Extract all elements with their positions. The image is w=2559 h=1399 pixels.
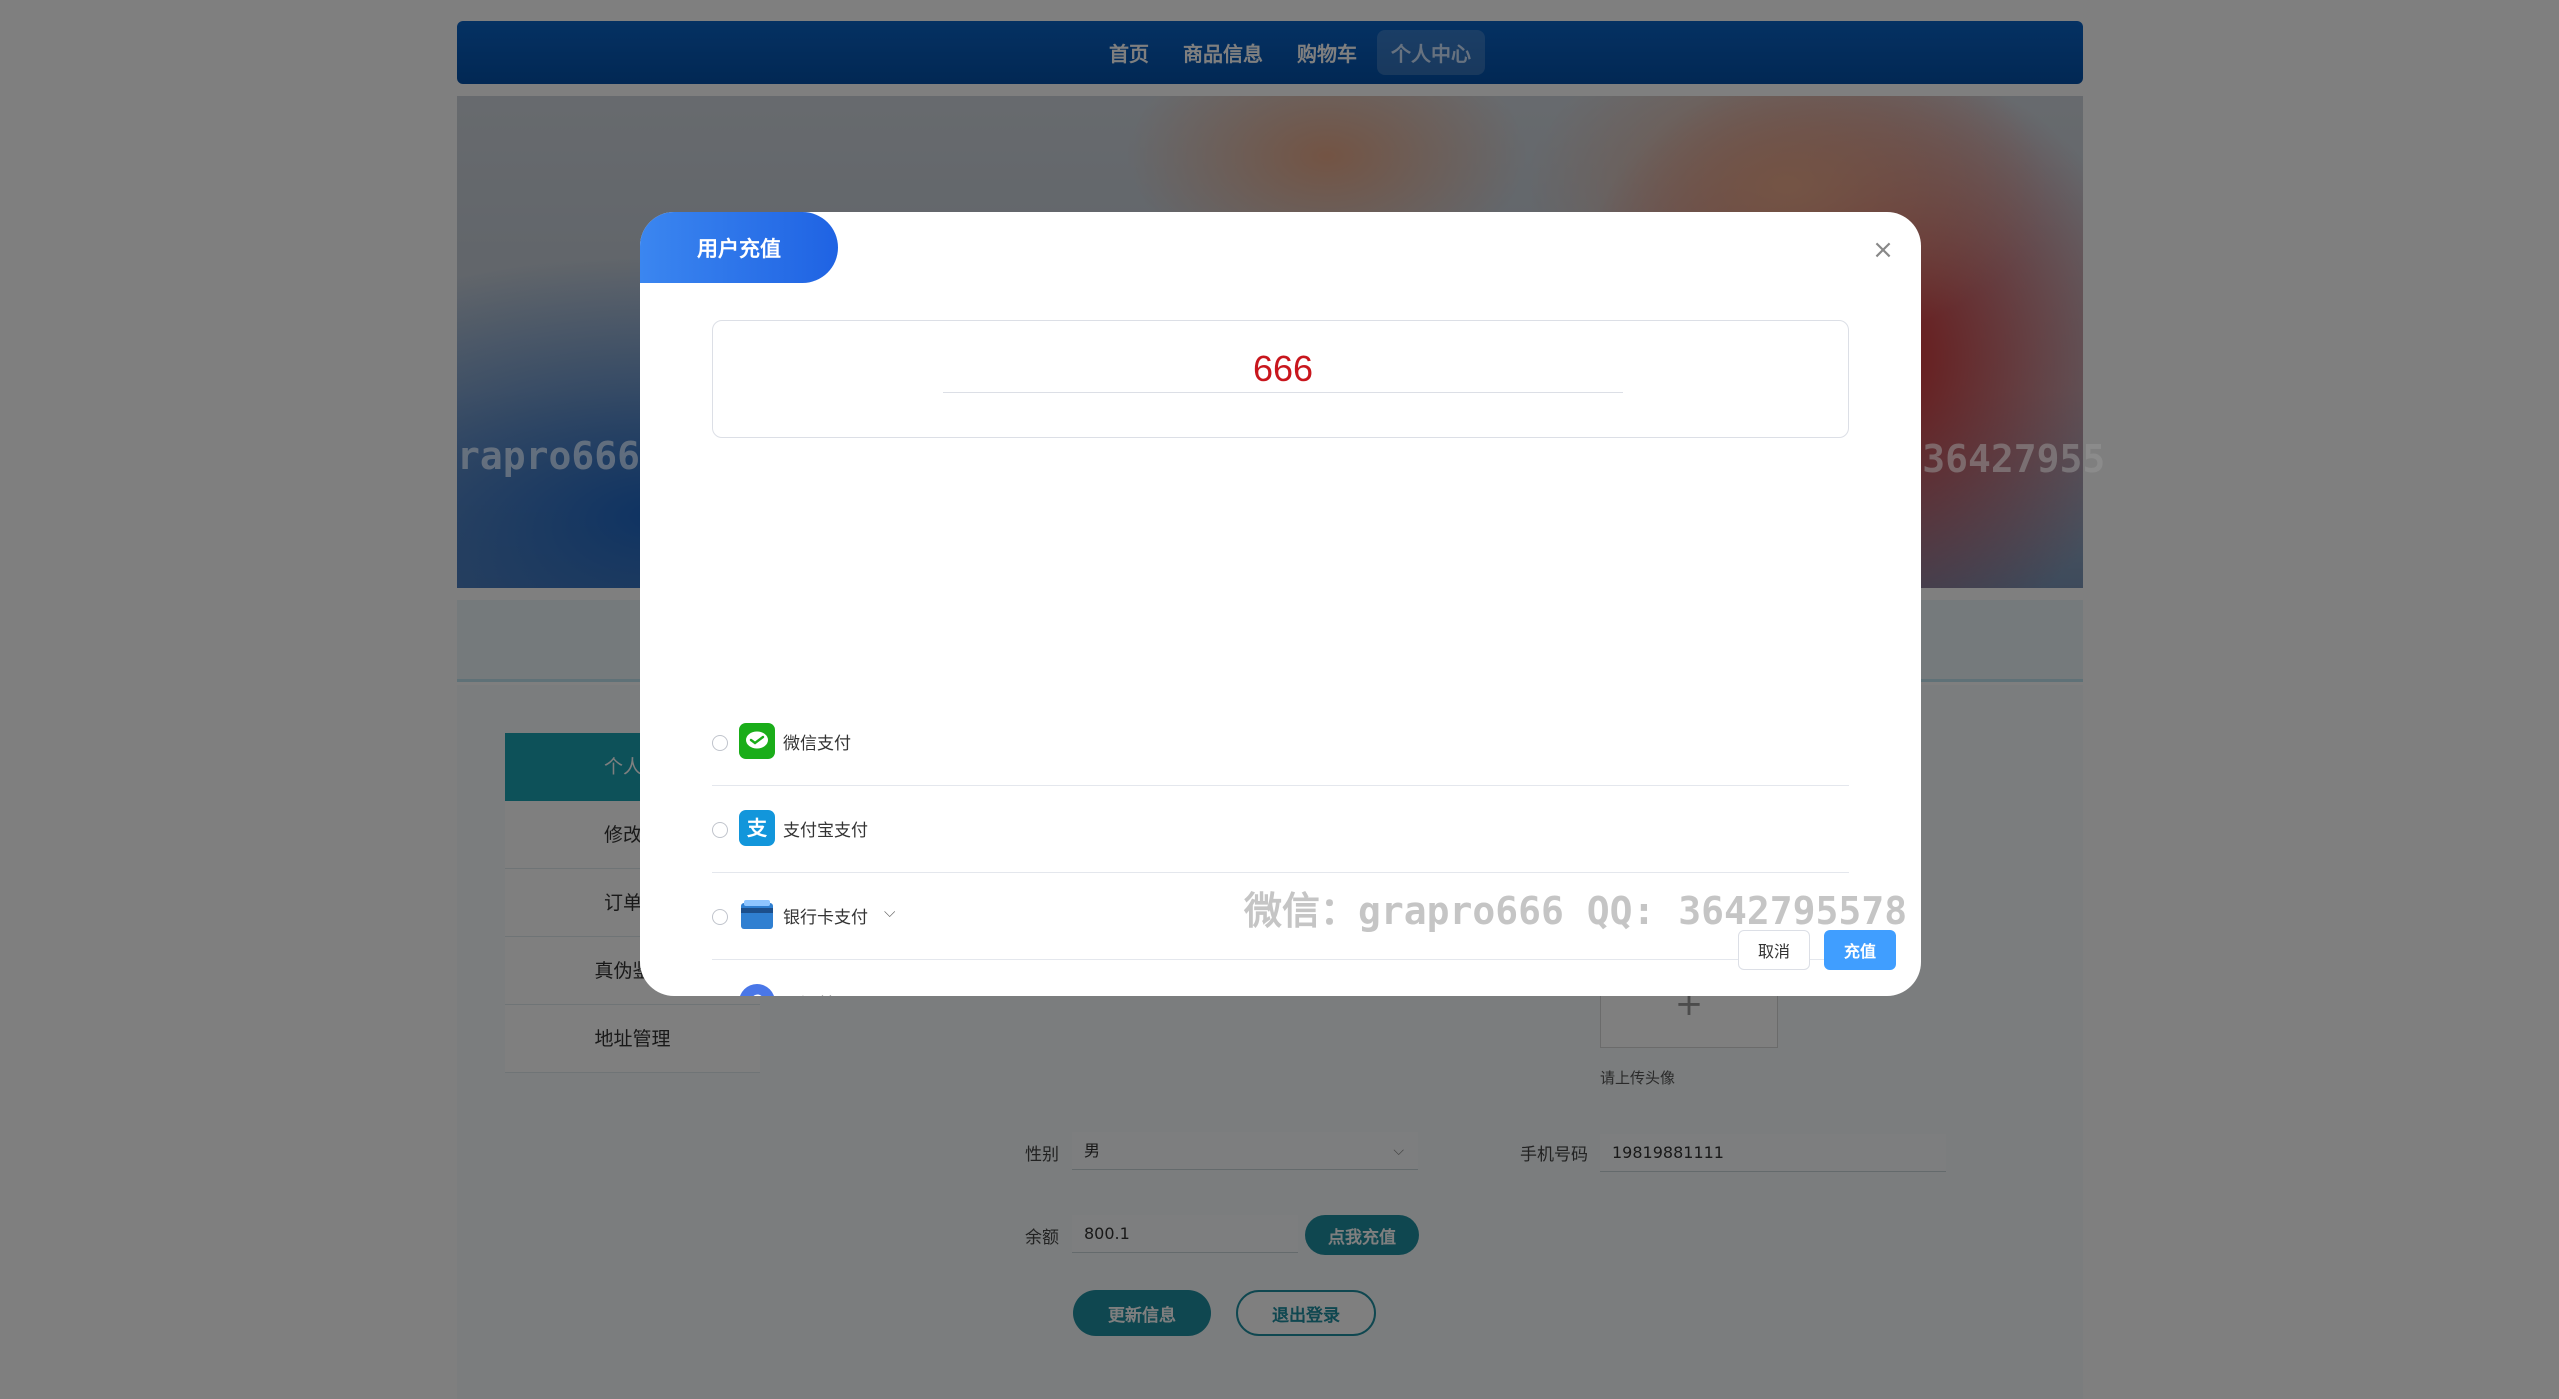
radio-bankcard[interactable] bbox=[712, 909, 728, 925]
cancel-button[interactable]: 取消 bbox=[1738, 930, 1810, 970]
dialog-title: 用户充值 bbox=[640, 212, 838, 283]
payment-label-bankcard: 银行卡支付 bbox=[783, 908, 868, 928]
chevron-down-icon[interactable]: ⌵ bbox=[884, 903, 895, 921]
payment-option-alipay[interactable]: 支支付宝支付 bbox=[712, 786, 1849, 873]
wechat-pay-icon bbox=[739, 723, 775, 759]
unionpay-cloud-icon bbox=[739, 984, 775, 996]
payment-label-cloudpay: 云闪付 bbox=[783, 990, 834, 996]
close-icon[interactable]: × bbox=[1871, 237, 1895, 263]
radio-alipay[interactable] bbox=[712, 822, 728, 838]
amount-box bbox=[712, 320, 1849, 438]
recharge-dialog: 用户充值 × 微信支付 支支付宝支付银行卡支付 ⌵ 云闪付 取消充值微信：grapro… bbox=[640, 212, 1921, 996]
radio-wechat[interactable] bbox=[712, 735, 728, 751]
svg-text:支: 支 bbox=[747, 816, 768, 840]
payment-option-wechat[interactable]: 微信支付 bbox=[712, 699, 1849, 786]
bank-card-icon bbox=[739, 897, 775, 933]
alipay-icon: 支 bbox=[739, 810, 775, 846]
payment-option-cloudpay[interactable]: 云闪付 bbox=[712, 960, 1849, 996]
recharge-confirm-button[interactable]: 充值 bbox=[1824, 930, 1896, 970]
payment-label-alipay: 支付宝支付 bbox=[783, 821, 868, 841]
payment-label-wechat: 微信支付 bbox=[783, 734, 851, 754]
amount-input[interactable] bbox=[943, 345, 1623, 393]
watermark-bottom: 微信：grapro666 QQ: 3642795578 bbox=[1244, 889, 1908, 933]
